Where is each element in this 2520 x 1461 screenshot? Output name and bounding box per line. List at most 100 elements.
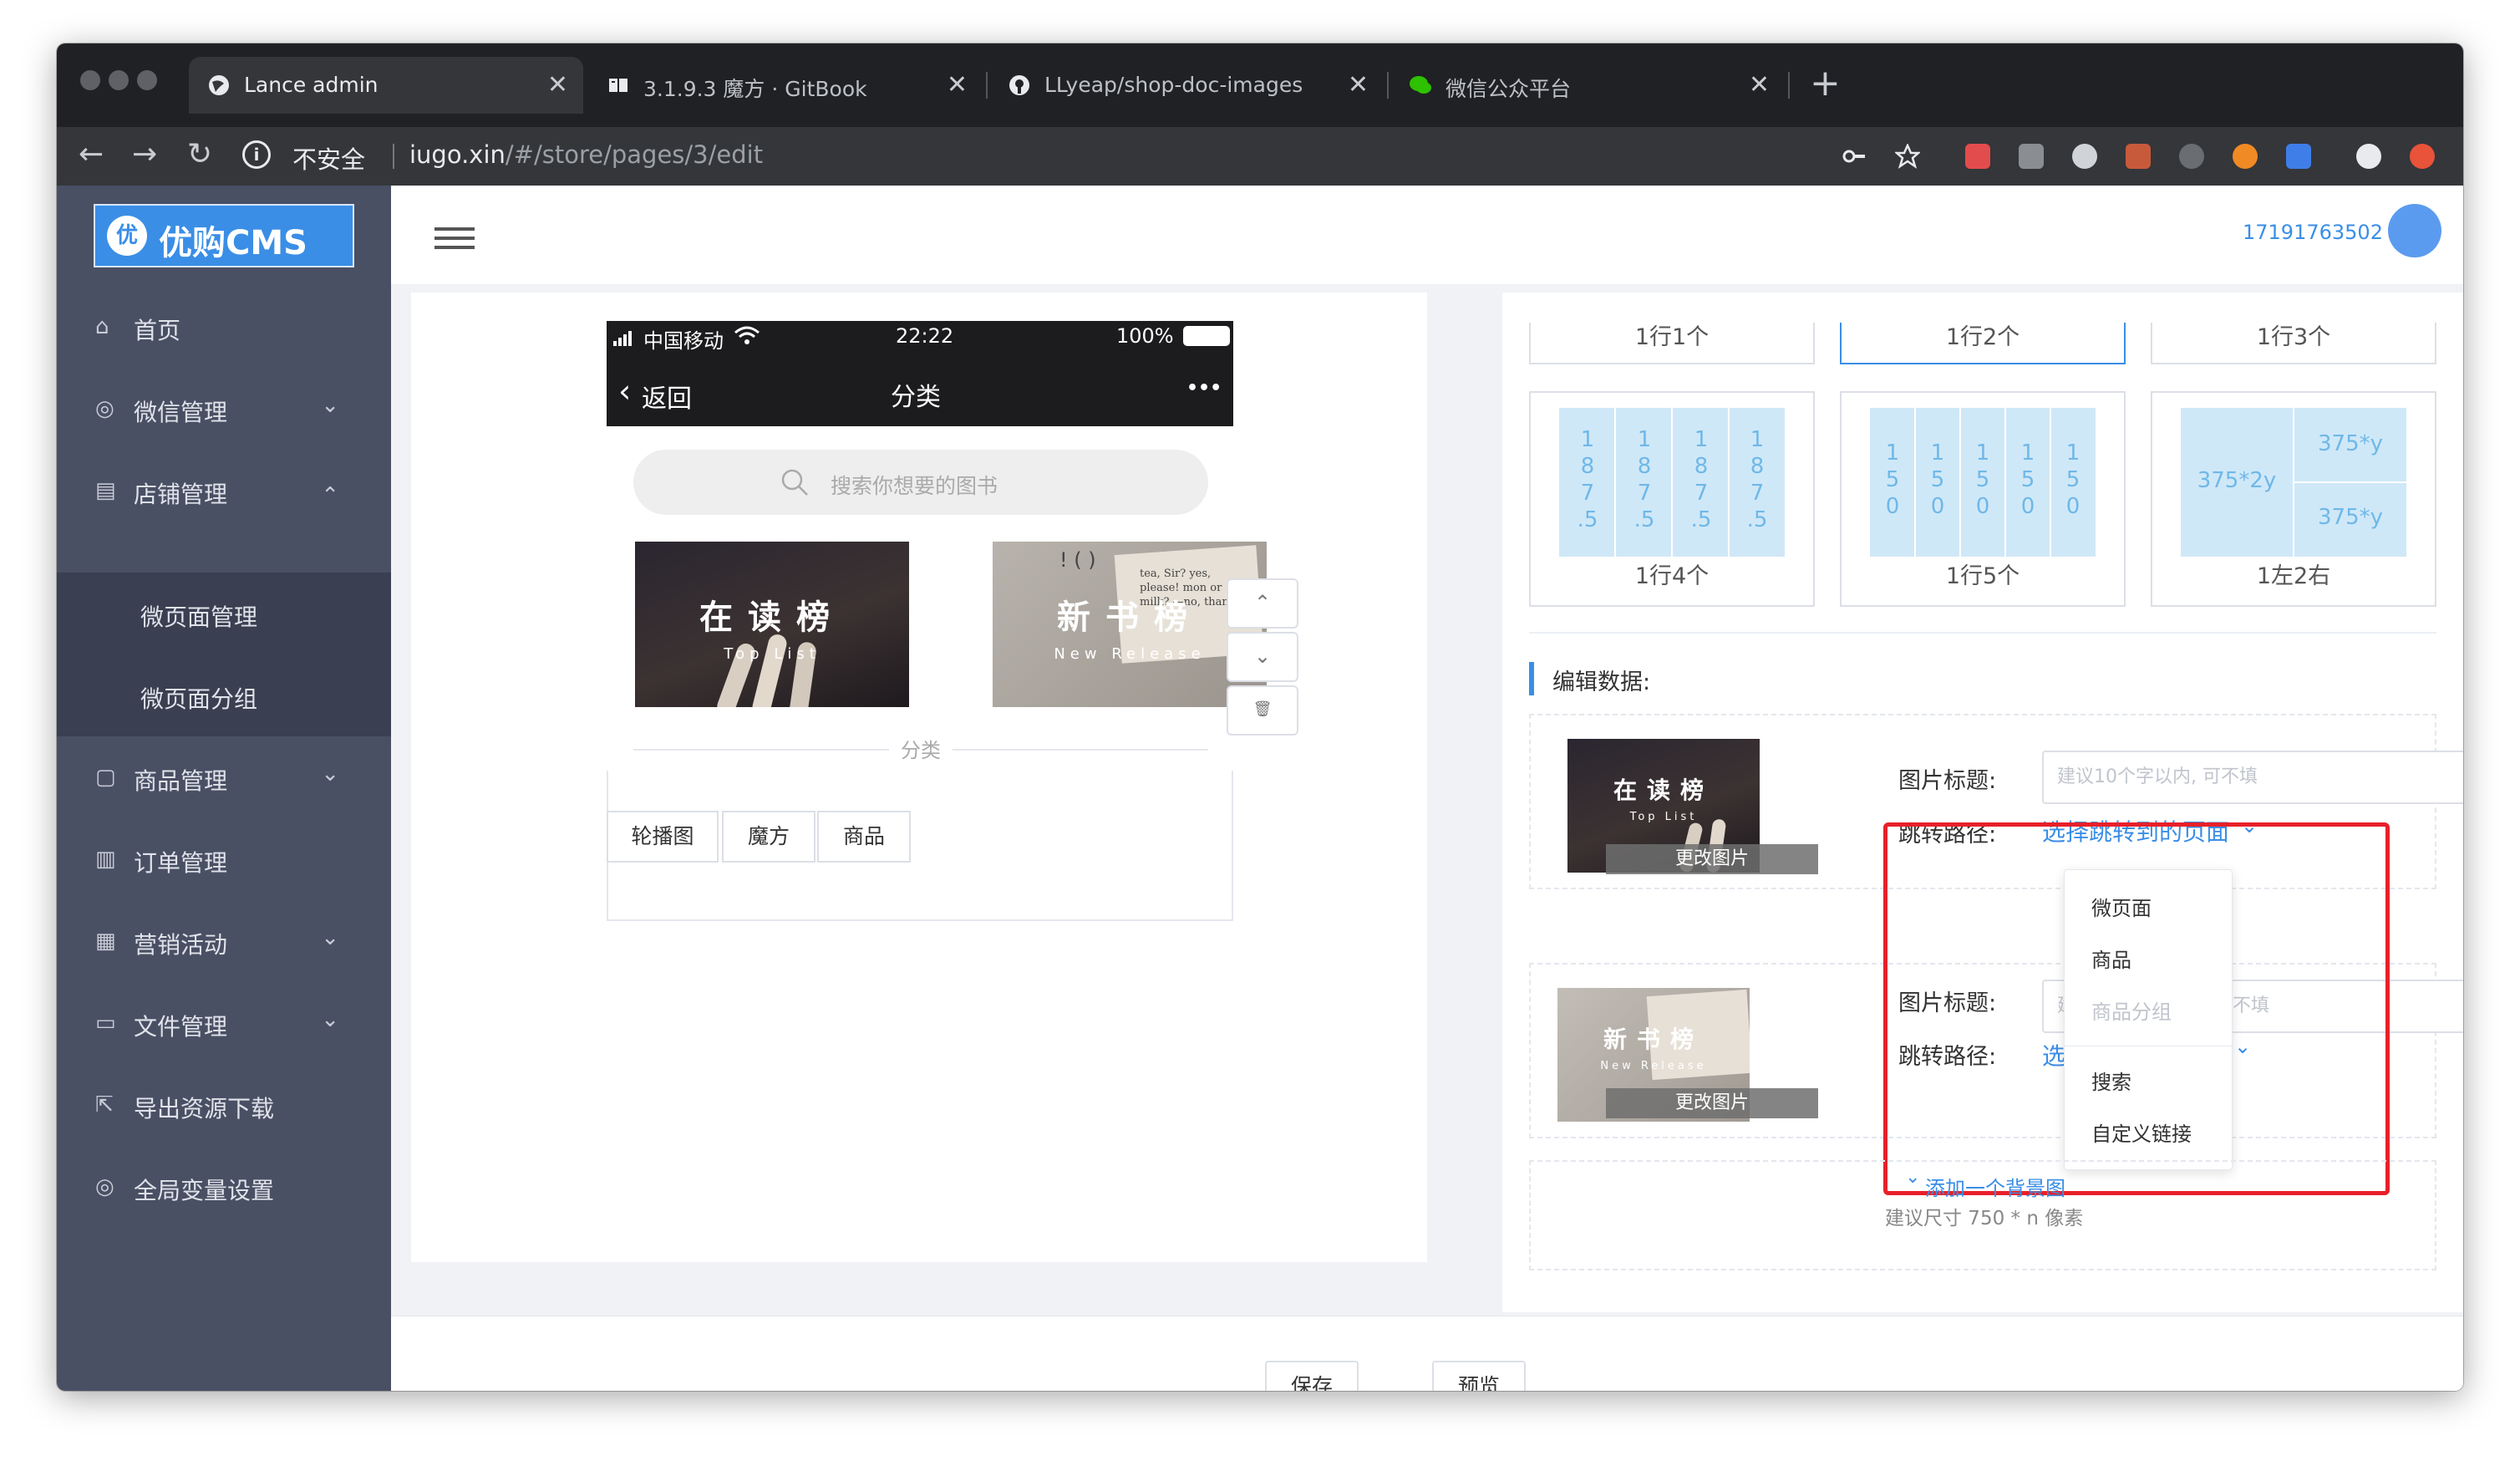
url-field[interactable]: iugo.xin/#/store/pages/3/edit bbox=[409, 140, 763, 169]
close-tab-icon[interactable]: ✕ bbox=[547, 70, 568, 99]
image-title-label: 图片标题: bbox=[1898, 768, 1997, 794]
store-submenu: 微页面管理 微页面分组 bbox=[57, 573, 391, 736]
layout-1x2-button[interactable]: 1行2个 bbox=[1840, 323, 2126, 364]
change-image-button[interactable]: 更改图片 bbox=[1606, 1088, 1818, 1118]
sidebar-subitem-page-groups[interactable]: 微页面分组 bbox=[140, 681, 257, 715]
reload-icon[interactable]: ↻ bbox=[187, 137, 212, 171]
delete-icon[interactable]: 🗑 bbox=[1227, 685, 1298, 736]
sidebar-subitem-pages[interactable]: 微页面管理 bbox=[140, 599, 257, 633]
gear-extension-icon[interactable] bbox=[2179, 144, 2204, 169]
layout-label: 1左2右 bbox=[2256, 563, 2331, 589]
shield-extension-icon[interactable] bbox=[1965, 144, 1990, 169]
chevron-down-icon: ⌄ bbox=[321, 393, 339, 418]
sidebar-item-wechat[interactable]: ◎ 微信管理 ⌄ bbox=[57, 368, 391, 450]
preview-panel bbox=[411, 293, 1427, 1262]
back-chevron-icon[interactable]: ‹ bbox=[618, 373, 631, 410]
cell-size-label: 1 8 7 .5 bbox=[1633, 427, 1655, 532]
component-tab-carousel[interactable]: 轮播图 bbox=[607, 811, 719, 863]
security-label[interactable]: 不安全 bbox=[292, 140, 365, 176]
chat-extension-icon[interactable] bbox=[2072, 144, 2097, 169]
layout-1x4-button[interactable]: 1 8 7 .5 1 8 7 .5 1 8 7 .5 1 8 7 .5 1行4个 bbox=[1529, 391, 1815, 607]
sidebar-item-orders[interactable]: ▥ 订单管理 bbox=[57, 818, 391, 900]
sidebar-item-export[interactable]: ⇱ 导出资源下载 bbox=[57, 1064, 391, 1146]
thumb-title: 新书榜 bbox=[1603, 1026, 1704, 1053]
preview-button[interactable]: 预览 bbox=[1432, 1361, 1526, 1391]
fire-extension-icon[interactable] bbox=[2233, 144, 2258, 169]
back-arrow-icon[interactable]: ← bbox=[79, 137, 104, 171]
sidebar-item-store[interactable]: ▤ 店铺管理 ⌃ bbox=[57, 450, 391, 532]
layout-1x3-button[interactable]: 1行3个 bbox=[2151, 323, 2436, 364]
phone-page-title: 分类 bbox=[891, 383, 941, 412]
preview-border-bottom bbox=[607, 919, 1233, 921]
section-accent-bar bbox=[1529, 662, 1534, 695]
more-icon[interactable]: ••• bbox=[1186, 378, 1222, 399]
back-label[interactable]: 返回 bbox=[642, 378, 692, 415]
sidebar-item-label: 首页 bbox=[134, 317, 181, 344]
app-logo[interactable]: 优 优购CMS bbox=[94, 204, 354, 267]
move-down-button[interactable]: ⌄ bbox=[1227, 632, 1298, 682]
settings-icon: ◎ bbox=[95, 1174, 114, 1199]
cell-size-label: 1 5 0 bbox=[2020, 440, 2035, 519]
add-background-link[interactable]: 添加一个背景图 bbox=[1925, 1172, 2065, 1201]
search-icon bbox=[781, 469, 808, 496]
layout-1l2r-button[interactable]: 375*2y 375*y 375*y 1左2右 bbox=[2151, 391, 2436, 607]
tab-title: 3.1.9.3 魔方 · GitBook bbox=[643, 77, 867, 101]
tab-wechat[interactable]: 微信公众平台 ✕ bbox=[1390, 57, 1785, 114]
tab-github[interactable]: LLyeap/shop-doc-images ✕ bbox=[989, 57, 1384, 114]
sidebar-item-global-settings[interactable]: ◎ 全局变量设置 bbox=[57, 1146, 391, 1228]
close-window-dot[interactable] bbox=[80, 70, 100, 90]
close-tab-icon[interactable]: ✕ bbox=[947, 70, 968, 99]
minimize-window-dot[interactable] bbox=[109, 70, 129, 90]
image-title-input[interactable]: 建议10个字以内, 可不填 bbox=[2042, 751, 2463, 804]
sidebar-item-goods[interactable]: ▢ 商品管理 ⌄ bbox=[57, 736, 391, 818]
wechat-icon bbox=[1410, 76, 1431, 94]
save-button[interactable]: 保存 bbox=[1265, 1361, 1359, 1391]
move-up-button[interactable]: ⌃ bbox=[1227, 578, 1298, 629]
close-tab-icon[interactable]: ✕ bbox=[1749, 70, 1770, 99]
cell-size-label: 1 5 0 bbox=[1885, 440, 1900, 519]
download-extension-icon[interactable] bbox=[2019, 144, 2044, 169]
avatar[interactable] bbox=[2388, 204, 2441, 257]
preview-border-right bbox=[1232, 771, 1233, 921]
key-icon[interactable] bbox=[1842, 144, 1867, 169]
home-icon: ⌂ bbox=[95, 314, 109, 339]
signal-icon bbox=[613, 331, 632, 346]
user-phone[interactable]: 17191763502 bbox=[2243, 221, 2383, 244]
url-divider bbox=[393, 144, 394, 169]
preview-search-bar[interactable]: 搜索你想要的图书 bbox=[633, 450, 1208, 515]
component-tab-goods[interactable]: 商品 bbox=[817, 811, 911, 863]
tool-extension-icon[interactable] bbox=[2126, 144, 2151, 169]
url-host: iugo.xin bbox=[409, 140, 506, 169]
layout-1x1-button[interactable]: 1行1个 bbox=[1529, 323, 1815, 364]
bag-icon: ▢ bbox=[95, 765, 116, 790]
jh-extension-icon[interactable] bbox=[2286, 144, 2311, 169]
hamburger-menu-icon[interactable] bbox=[434, 227, 475, 249]
cube-image-new-release[interactable]: tea, Sir? yes, please! mon or milk? —no,… bbox=[993, 542, 1267, 707]
tab-gitbook[interactable]: 3.1.9.3 魔方 · GitBook ✕ bbox=[588, 57, 983, 114]
info-icon[interactable]: i bbox=[242, 140, 271, 169]
cube-image-top-list[interactable]: 在读榜 Top List bbox=[635, 542, 909, 707]
update-extension-icon[interactable] bbox=[2410, 144, 2435, 169]
browser-window: Lance admin ✕ 3.1.9.3 魔方 · GitBook ✕ LLy… bbox=[57, 43, 2463, 1391]
tab-divider bbox=[1387, 72, 1389, 99]
sidebar-item-home[interactable]: ⌂ 首页 bbox=[57, 286, 391, 368]
thumb-subtitle: Top List bbox=[1629, 811, 1698, 823]
divider-label: 分类 bbox=[889, 734, 953, 763]
component-tab-cube[interactable]: 魔方 bbox=[722, 811, 815, 863]
sidebar-item-marketing[interactable]: ▦ 营销活动 ⌄ bbox=[57, 900, 391, 982]
cell-size-label: 375*y bbox=[2317, 431, 2383, 456]
forward-arrow-icon[interactable]: → bbox=[132, 137, 157, 171]
profile-icon[interactable] bbox=[2356, 144, 2381, 169]
tab-lance-admin[interactable]: Lance admin ✕ bbox=[189, 57, 583, 114]
close-tab-icon[interactable]: ✕ bbox=[1348, 70, 1369, 99]
thumb-subtitle: New Release bbox=[1600, 1060, 1707, 1072]
change-image-button[interactable]: 更改图片 bbox=[1606, 844, 1818, 874]
star-icon[interactable] bbox=[1895, 144, 1920, 169]
cell-size-label: 375*2y bbox=[2197, 468, 2277, 493]
new-tab-button[interactable]: + bbox=[1810, 62, 1841, 104]
layout-1x5-preview: 1 5 0 1 5 0 1 5 0 1 5 0 1 5 0 bbox=[1870, 408, 2096, 557]
highlight-box bbox=[1883, 822, 2390, 1195]
layout-1x5-button[interactable]: 1 5 0 1 5 0 1 5 0 1 5 0 1 5 0 1行5个 bbox=[1840, 391, 2126, 607]
zoom-window-dot[interactable] bbox=[137, 70, 157, 90]
sidebar-item-files[interactable]: ▭ 文件管理 ⌄ bbox=[57, 982, 391, 1064]
